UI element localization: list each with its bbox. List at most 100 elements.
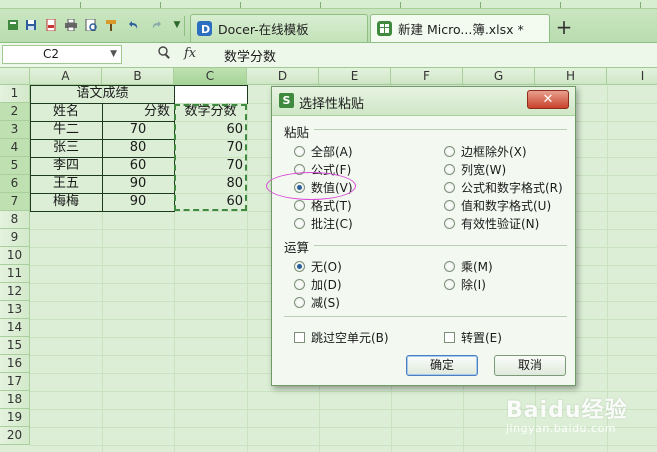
operation-none[interactable]: 无(O) [294, 258, 342, 275]
row-header[interactable]: 10 [0, 247, 30, 265]
radio-icon[interactable] [444, 279, 455, 290]
row-header[interactable]: 6 [0, 175, 30, 193]
tab-docer[interactable]: D Docer-在线模板 [190, 14, 368, 42]
table-cell[interactable]: 牛二 [30, 121, 102, 139]
option-label: 公式和数字格式(R) [461, 181, 563, 195]
column-header-h[interactable]: H [535, 68, 607, 85]
operation-multiply[interactable]: 乘(M) [444, 258, 493, 275]
paste-option-all[interactable]: 全部(A) [294, 143, 353, 160]
column-header-b[interactable]: B [102, 68, 174, 85]
column-header-c[interactable]: C [174, 68, 247, 85]
row-header[interactable]: 17 [0, 373, 30, 391]
row-header[interactable]: 15 [0, 337, 30, 355]
table-cell[interactable]: 90 [102, 175, 174, 193]
table-cell[interactable]: 李四 [30, 157, 102, 175]
table-cell[interactable]: 70 [102, 121, 174, 139]
operation-divide[interactable]: 除(I) [444, 276, 486, 293]
header-cell-name[interactable]: 姓名 [30, 103, 102, 121]
sheet-title-cell[interactable]: 语文成绩 [30, 85, 175, 103]
radio-icon[interactable] [294, 200, 305, 211]
option-label: 除(I) [461, 278, 486, 292]
row-header[interactable]: 16 [0, 355, 30, 373]
row-header[interactable]: 13 [0, 301, 30, 319]
header-cell-score[interactable]: 分数 [102, 103, 174, 121]
radio-icon[interactable] [294, 218, 305, 229]
table-cell[interactable]: 90 [102, 193, 174, 211]
checkbox-icon[interactable] [294, 332, 305, 343]
name-box-dropdown-icon[interactable]: ▼ [110, 46, 117, 63]
ok-button[interactable]: 确定 [406, 355, 478, 376]
redo-icon[interactable] [150, 18, 164, 32]
formula-input[interactable]: 数学分数 [224, 46, 276, 65]
dialog-title-bar[interactable]: S 选择性粘贴 ✕ [272, 87, 575, 116]
row-header[interactable]: 12 [0, 283, 30, 301]
radio-icon[interactable] [444, 146, 455, 157]
table-cell[interactable]: 梅梅 [30, 193, 102, 211]
toolbar-divider [184, 16, 185, 36]
paste-option-no-borders[interactable]: 边框除外(X) [444, 143, 527, 160]
skip-blanks-checkbox[interactable]: 跳过空单元(B) [294, 329, 389, 346]
paste-option-values-number-formats[interactable]: 值和数字格式(U) [444, 197, 551, 214]
undo-icon[interactable] [126, 18, 140, 32]
insert-function-button[interactable]: fx [184, 46, 196, 61]
export-pdf-icon[interactable] [44, 18, 58, 32]
table-cell[interactable]: 张三 [30, 139, 102, 157]
row-header[interactable]: 7 [0, 193, 30, 211]
operation-add[interactable]: 加(D) [294, 276, 342, 293]
print-preview-icon[interactable] [84, 18, 98, 32]
cancel-button[interactable]: 取消 [494, 355, 566, 376]
new-tab-button[interactable]: + [554, 17, 574, 38]
paste-option-validation[interactable]: 有效性验证(N) [444, 215, 539, 232]
row-header[interactable]: 2 [0, 103, 30, 121]
table-cell[interactable]: 80 [102, 139, 174, 157]
checkbox-icon[interactable] [444, 332, 455, 343]
paste-option-formulas-number-formats[interactable]: 公式和数字格式(R) [444, 179, 563, 196]
transpose-checkbox[interactable]: 转置(E) [444, 329, 502, 346]
radio-icon[interactable] [294, 297, 305, 308]
row-header[interactable]: 20 [0, 427, 30, 445]
column-header-i[interactable]: I [607, 68, 657, 85]
save-icon[interactable] [24, 18, 38, 32]
row-header[interactable]: 3 [0, 121, 30, 139]
close-button[interactable]: ✕ [527, 90, 569, 109]
format-painter-icon[interactable] [104, 18, 118, 32]
row-header[interactable]: 14 [0, 319, 30, 337]
column-header-g[interactable]: G [463, 68, 535, 85]
paste-option-comments[interactable]: 批注(C) [294, 215, 353, 232]
row-header[interactable]: 18 [0, 391, 30, 409]
quick-access-dropdown-icon[interactable]: ▼ [170, 18, 184, 32]
tab-workbook[interactable]: 新建 Micro...簿.xlsx * [370, 14, 550, 42]
column-header-f[interactable]: F [391, 68, 463, 85]
cell-c1[interactable] [174, 85, 247, 103]
radio-icon[interactable] [444, 261, 455, 272]
print-icon[interactable] [64, 18, 78, 32]
tab-docer-label: Docer-在线模板 [218, 22, 309, 37]
radio-icon[interactable] [444, 200, 455, 211]
app-menu-icon[interactable] [6, 18, 20, 32]
row-header[interactable]: 1 [0, 85, 30, 103]
radio-icon[interactable] [444, 164, 455, 175]
paste-option-column-widths[interactable]: 列宽(W) [444, 161, 506, 178]
column-header-a[interactable]: A [30, 68, 102, 85]
section-divider [284, 316, 567, 317]
row-header[interactable]: 4 [0, 139, 30, 157]
zoom-search-icon[interactable] [158, 46, 171, 63]
operation-subtract[interactable]: 减(S) [294, 294, 340, 311]
radio-selected-icon[interactable] [294, 261, 305, 272]
select-all-corner[interactable] [0, 68, 30, 85]
row-header[interactable]: 9 [0, 229, 30, 247]
name-box[interactable]: C2 ▼ [2, 45, 122, 64]
table-cell[interactable]: 60 [102, 157, 174, 175]
column-header-e[interactable]: E [319, 68, 391, 85]
radio-icon[interactable] [294, 146, 305, 157]
column-header-d[interactable]: D [247, 68, 319, 85]
table-cell[interactable]: 王五 [30, 175, 102, 193]
option-label: 减(S) [311, 296, 340, 310]
radio-icon[interactable] [444, 218, 455, 229]
row-header[interactable]: 19 [0, 409, 30, 427]
row-header[interactable]: 5 [0, 157, 30, 175]
row-header[interactable]: 11 [0, 265, 30, 283]
row-header[interactable]: 8 [0, 211, 30, 229]
radio-icon[interactable] [444, 182, 455, 193]
radio-icon[interactable] [294, 279, 305, 290]
